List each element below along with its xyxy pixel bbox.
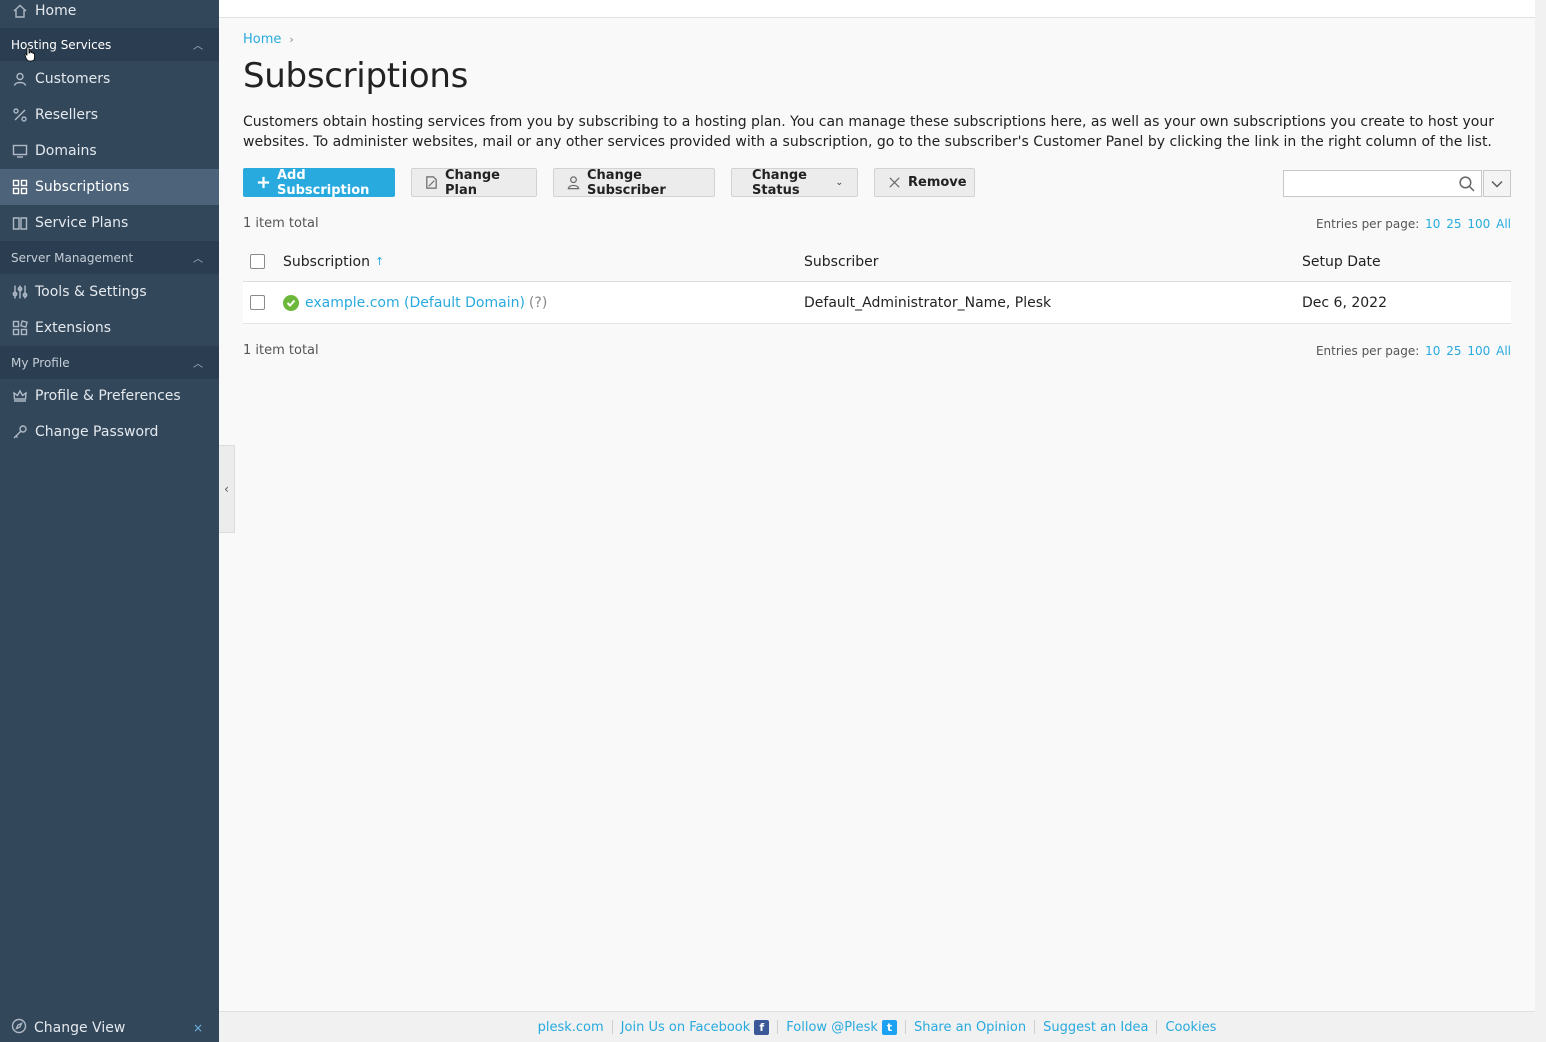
row-checkbox[interactable] [250,295,265,310]
chevron-down-icon [1491,178,1503,190]
sidebar-group-my-profile[interactable]: My Profile ︿ [0,346,219,379]
key-icon [11,424,28,441]
close-icon[interactable]: × [193,1021,203,1035]
subscription-link[interactable]: example.com (Default Domain) [305,295,525,311]
status-ok-icon [283,294,299,311]
monitor-icon [11,143,28,160]
setup-date: Dec 6, 2022 [1302,294,1387,311]
sidebar-item-subscriptions[interactable]: Subscriptions [0,169,219,205]
table-row: example.com (Default Domain) (?) Default… [243,282,1511,324]
document-edit-icon [424,175,439,190]
home-icon [11,3,28,20]
subscriber-name: Default_Administrator_Name, Plesk [804,294,1052,311]
facebook-icon: f [754,1019,770,1035]
top-bar [219,0,1535,18]
entries-option-10[interactable]: 10 [1425,344,1440,358]
entries-option-25[interactable]: 25 [1446,217,1461,231]
change-view[interactable]: Change View × [0,1014,219,1042]
change-plan-button[interactable]: Change Plan [411,168,537,198]
breadcrumb: Home › [243,32,294,47]
compass-icon [11,1018,34,1038]
entries-per-page: Entries per page: 10 25 100 All [1315,217,1511,231]
scrollbar[interactable] [1535,0,1546,1042]
entries-option-100[interactable]: 100 [1467,217,1490,231]
blocks-icon [11,320,28,337]
add-subscription-button[interactable]: Add Subscription [243,168,395,198]
search-input[interactable] [1284,171,1449,196]
remove-button[interactable]: Remove [874,168,975,197]
footer-link-twitter[interactable]: Follow @Plesk t [778,1019,905,1035]
sidebar-item-home[interactable]: Home [0,0,219,29]
change-status-dropdown[interactable]: Change Status ⌄ [731,168,858,198]
footer-link-plesk[interactable]: plesk.com [530,1020,612,1035]
change-subscriber-button[interactable]: Change Subscriber [553,168,715,198]
sidebar-collapse-handle[interactable]: ‹ [219,445,235,533]
table-header: Subscription ↑ Subscriber Setup Date [243,242,1511,282]
sidebar-item-profile-preferences[interactable]: Profile & Preferences [0,378,219,414]
footer-link-cookies[interactable]: Cookies [1157,1020,1224,1035]
footer-link-idea[interactable]: Suggest an Idea [1035,1020,1156,1035]
search-options-toggle[interactable] [1483,170,1511,197]
search-icon[interactable] [1458,175,1475,196]
entries-option-25[interactable]: 25 [1446,344,1461,358]
sort-ascending-icon: ↑ [375,255,385,268]
percent-icon [11,107,28,124]
grid-icon [11,179,28,196]
user-icon [566,175,581,190]
chevron-right-icon: › [289,33,294,46]
footer: plesk.com Join Us on Facebook f Follow @P… [219,1011,1535,1042]
breadcrumb-home[interactable]: Home [243,32,281,47]
entries-option-10[interactable]: 10 [1425,217,1440,231]
entries-option-all[interactable]: All [1496,344,1511,358]
plus-icon [256,175,271,190]
sidebar-item-domains[interactable]: Domains [0,133,219,169]
items-total-bottom: 1 item total [243,343,319,358]
toolbar: Add Subscription Change Plan Change Subs… [243,168,1511,198]
book-icon [11,215,28,232]
column-subscription[interactable]: Subscription ↑ [283,242,384,281]
page-description: Customers obtain hosting services from y… [243,114,1494,150]
help-link[interactable]: (?) [529,295,547,311]
chevron-up-icon: ︿ [193,41,203,52]
crown-icon [11,388,28,405]
hand-cursor-icon [24,46,35,62]
sidebar-item-change-password[interactable]: Change Password [0,414,219,450]
search-box [1283,170,1482,197]
entries-option-all[interactable]: All [1496,217,1511,231]
sidebar: Home Hosting Services ︿ Customers Resell… [0,0,219,1042]
entries-per-page-bottom: Entries per page: 10 25 100 All [1315,344,1511,358]
items-total: 1 item total [243,216,319,231]
footer-link-facebook[interactable]: Join Us on Facebook f [613,1019,778,1035]
close-icon [887,175,902,190]
chevron-up-icon: ︿ [193,359,203,370]
sidebar-item-service-plans[interactable]: Service Plans [0,205,219,241]
page-title: Subscriptions [243,56,469,96]
sliders-icon [11,284,28,301]
sidebar-item-resellers[interactable]: Resellers [0,97,219,133]
user-icon [11,71,28,88]
chevron-left-icon: ‹ [224,482,229,496]
footer-link-opinion[interactable]: Share an Opinion [906,1020,1034,1035]
select-all-checkbox[interactable] [250,254,265,269]
sidebar-group-server-management[interactable]: Server Management ︿ [0,241,219,274]
twitter-icon: t [881,1019,897,1035]
column-subscriber[interactable]: Subscriber [804,242,879,281]
sidebar-item-tools-settings[interactable]: Tools & Settings [0,274,219,310]
entries-option-100[interactable]: 100 [1467,344,1490,358]
column-setup-date[interactable]: Setup Date [1302,242,1381,281]
chevron-up-icon: ︿ [193,254,203,265]
chevron-down-icon: ⌄ [835,177,843,188]
sidebar-item-extensions[interactable]: Extensions [0,310,219,346]
sidebar-item-customers[interactable]: Customers [0,61,219,97]
